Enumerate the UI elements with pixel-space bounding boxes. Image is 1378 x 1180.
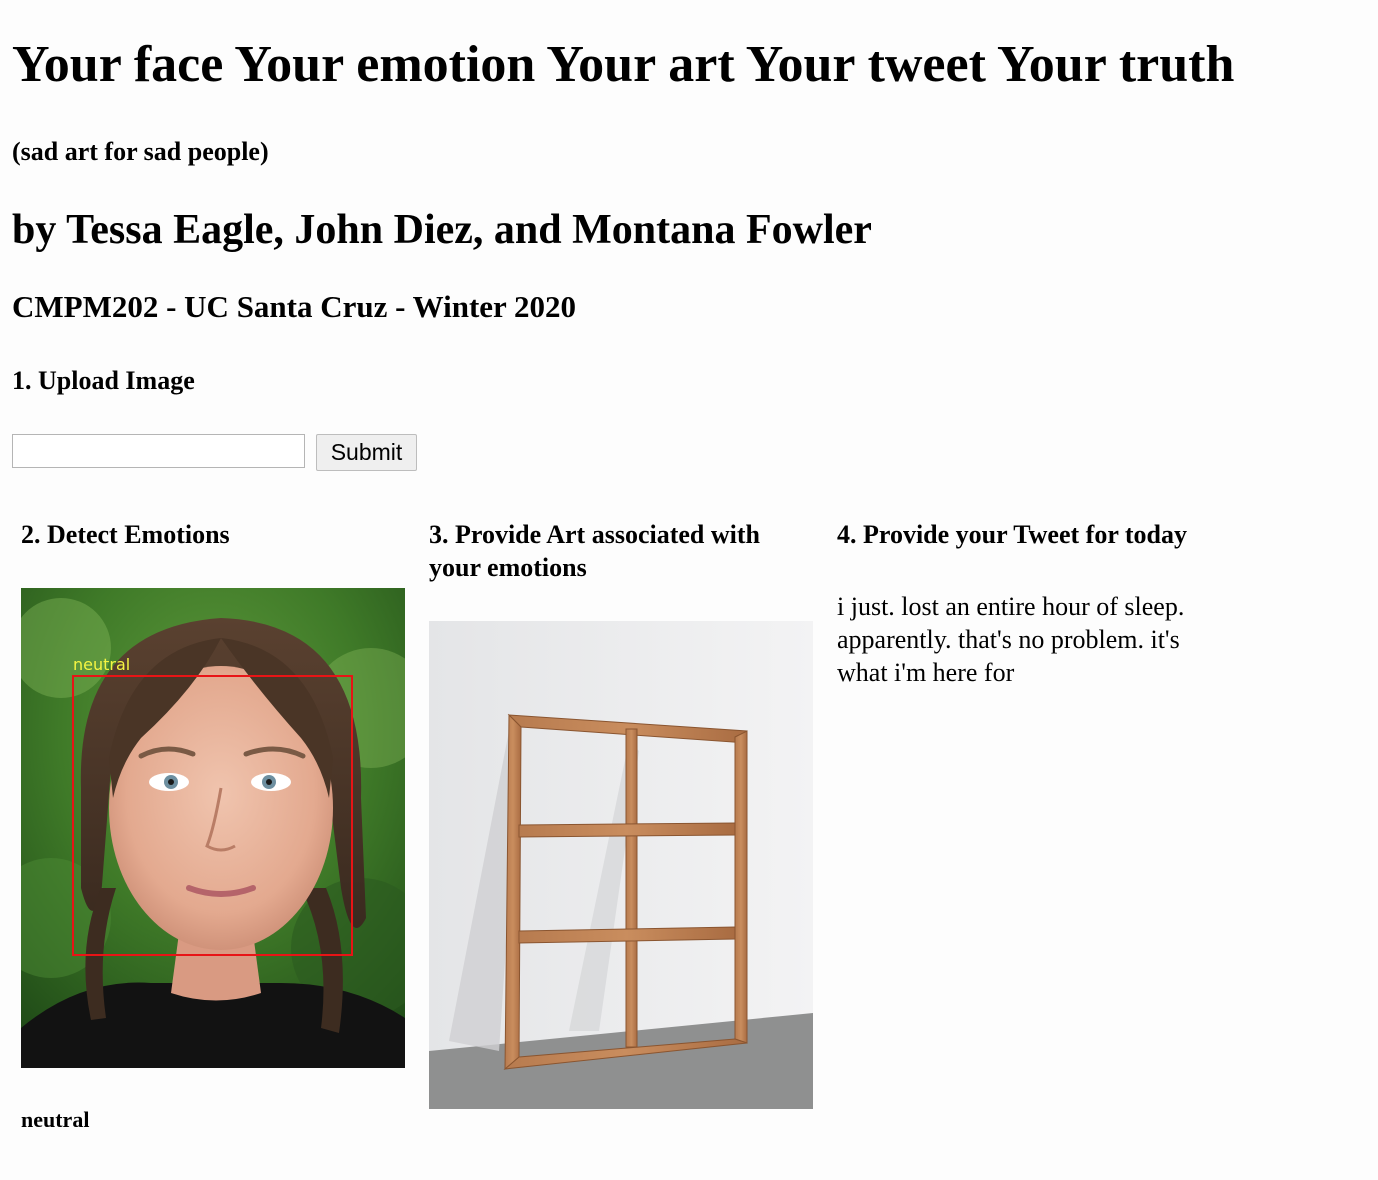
provide-tweet-heading: 4. Provide your Tweet for today (837, 520, 1188, 549)
authors-heading: by Tessa Eagle, John Diez, and Montana F… (12, 207, 872, 253)
detected-face-image: neutral (21, 588, 405, 1068)
detected-emotion-result: neutral (21, 1107, 90, 1132)
art-image (429, 621, 813, 1109)
page-title: Your face Your emotion Your art Your twe… (12, 36, 1235, 93)
face-emotion-label: neutral (73, 655, 130, 674)
tweet-text: i just. lost an entire hour of sleep. ap… (837, 592, 1185, 687)
detect-emotions-heading: 2. Detect Emotions (21, 520, 230, 549)
page: Your face Your emotion Your art Your twe… (0, 0, 1378, 1180)
course-heading: CMPM202 - UC Santa Cruz - Winter 2020 (12, 289, 576, 324)
submit-button[interactable]: Submit (316, 434, 417, 471)
upload-image-heading: 1. Upload Image (12, 366, 195, 395)
image-url-input[interactable] (12, 434, 305, 468)
provide-art-heading: 3. Provide Art associated with your emot… (429, 520, 760, 582)
page-tagline: (sad art for sad people) (12, 137, 269, 166)
